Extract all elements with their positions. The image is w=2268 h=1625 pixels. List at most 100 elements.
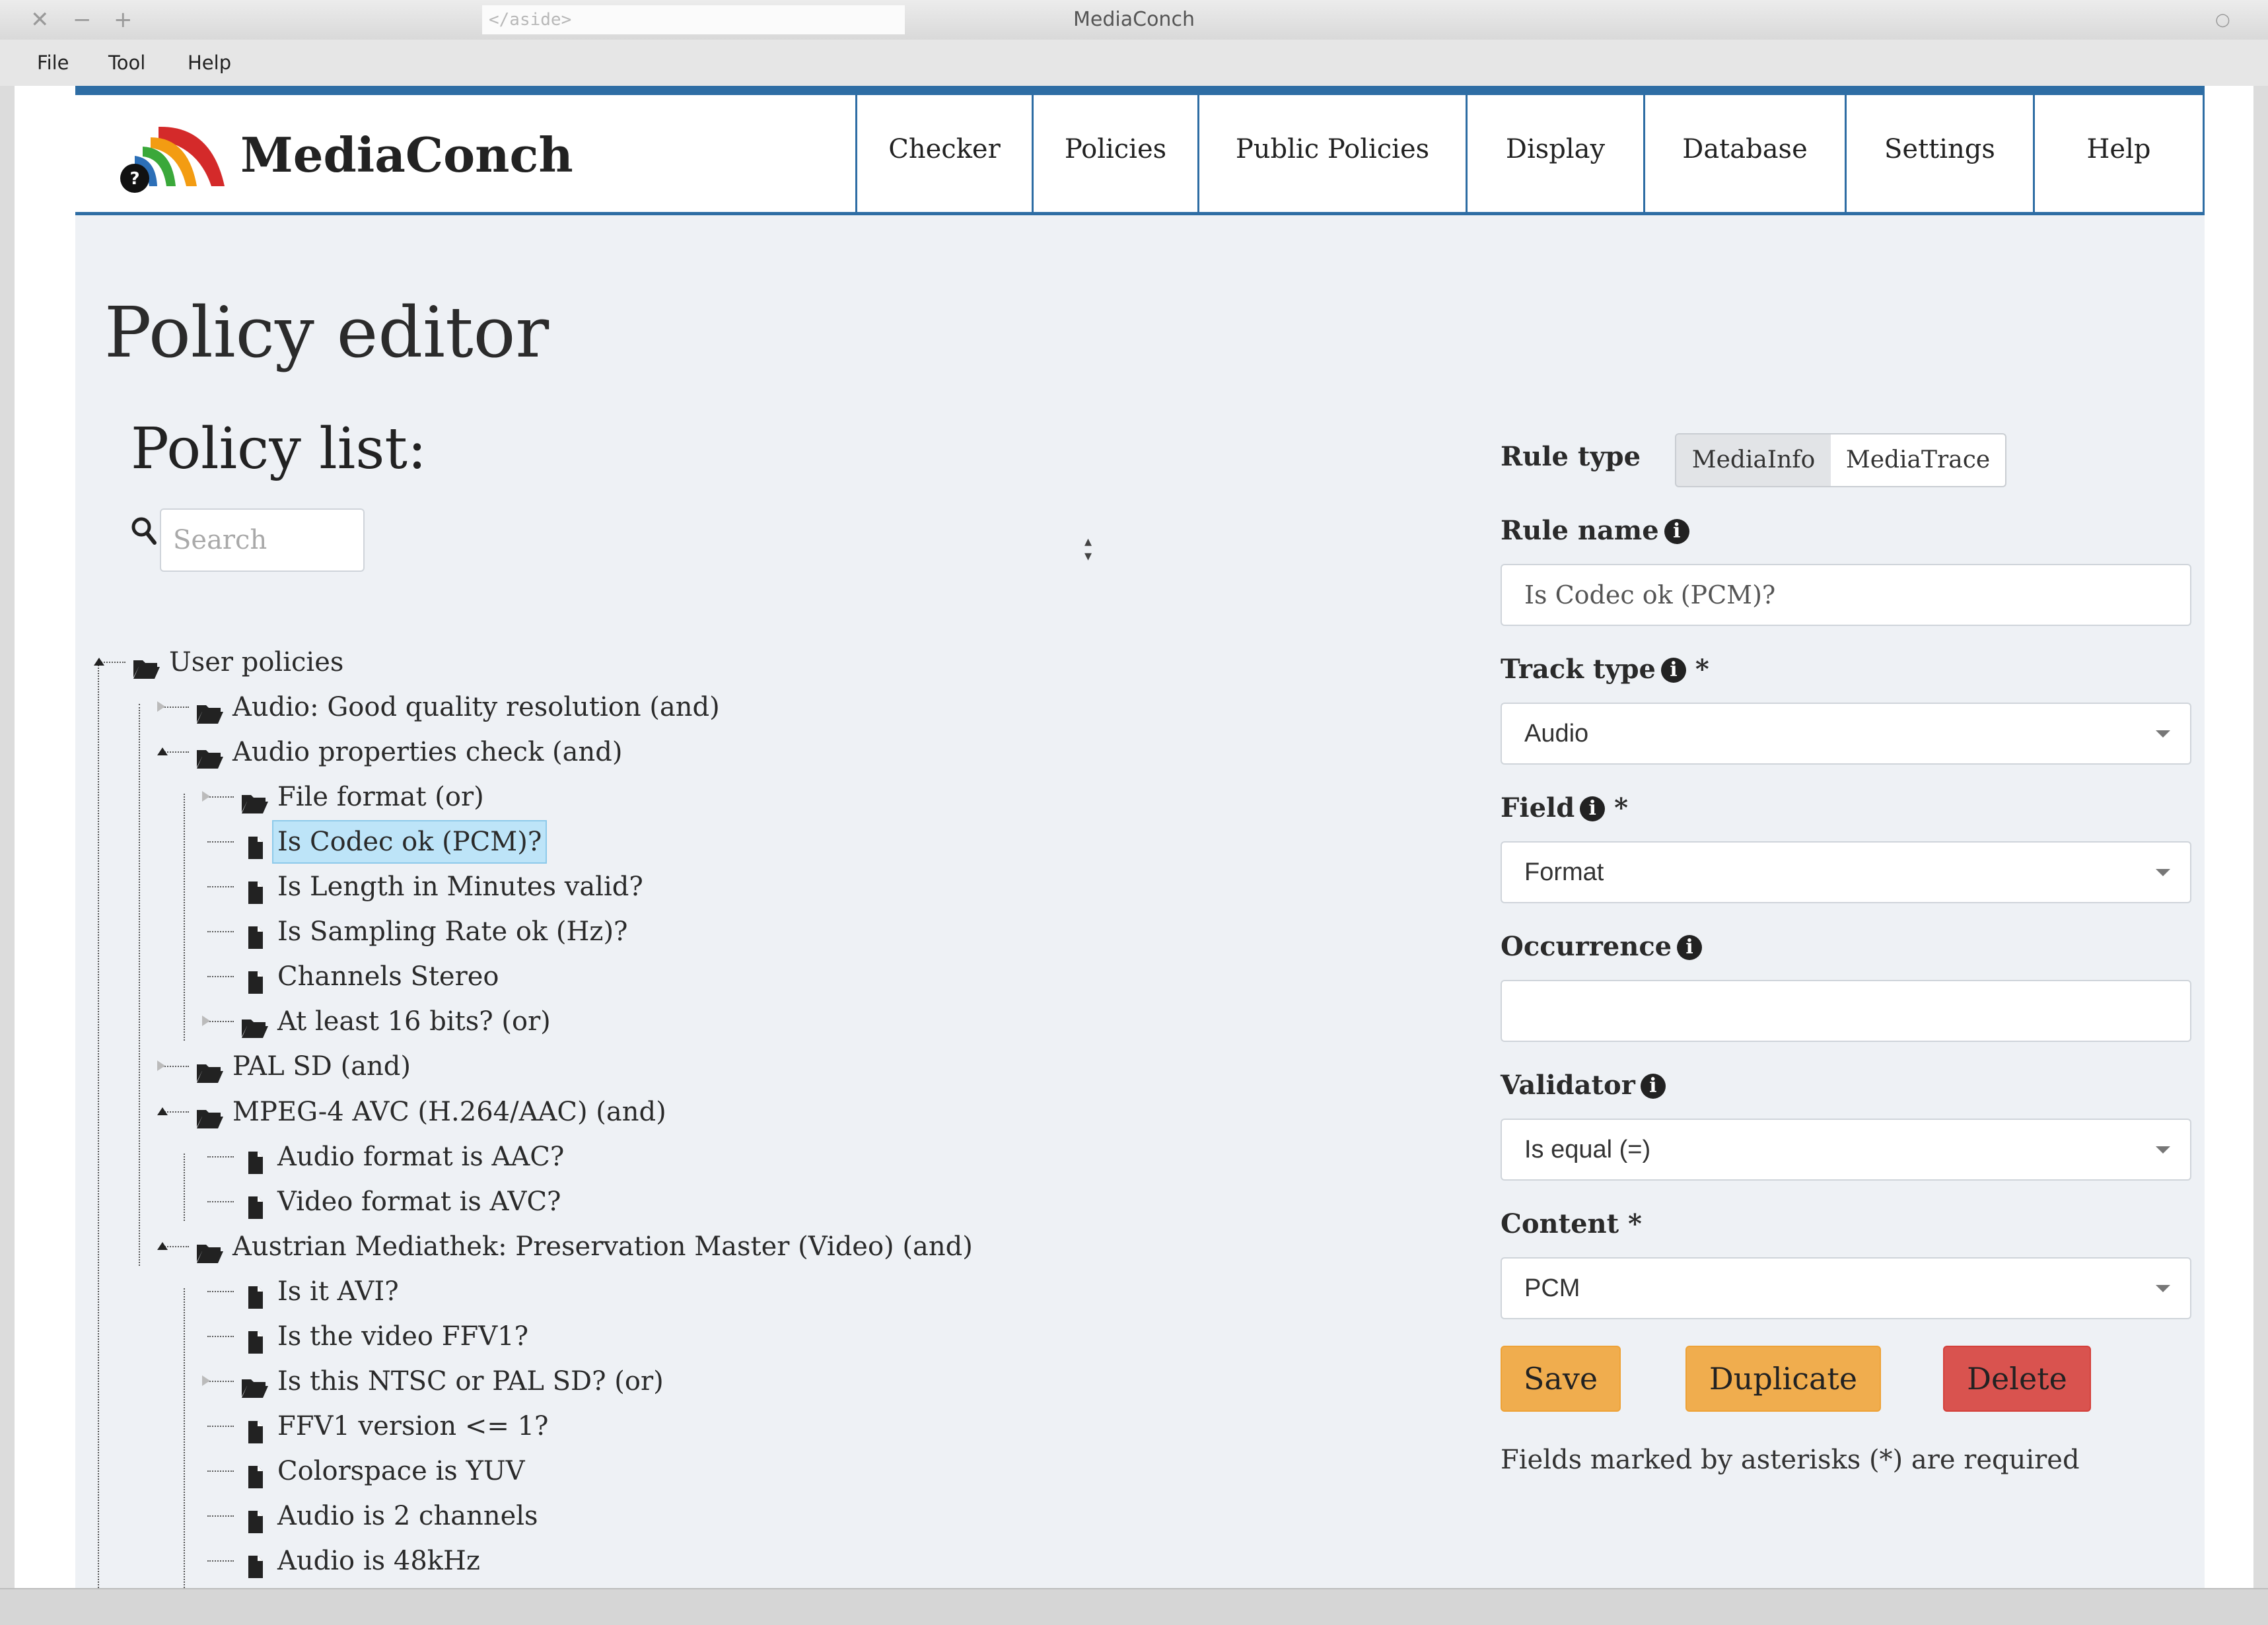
delete-button[interactable]: Delete	[1943, 1346, 2091, 1412]
validator-label-row: Validator i	[1501, 1070, 1666, 1101]
tree-node-label[interactable]: At least 16 bits? (or)	[273, 1001, 555, 1042]
file-icon	[240, 1146, 269, 1174]
tree-connector	[207, 976, 234, 978]
tree-node-label[interactable]: PAL SD (and)	[229, 1046, 415, 1087]
info-icon[interactable]: i	[1640, 1074, 1666, 1099]
info-icon[interactable]: i	[1677, 935, 1703, 960]
menu-file[interactable]: File	[37, 52, 69, 74]
validator-select[interactable]: Is equal (=)	[1501, 1119, 2191, 1181]
window-titlebar: ✕ − + </aside> MediaConch ○	[0, 0, 2268, 40]
nav-tab-policies[interactable]: Policies	[1032, 95, 1199, 212]
content-select[interactable]: PCM	[1501, 1257, 2191, 1319]
file-icon	[240, 1415, 269, 1443]
save-button[interactable]: Save	[1501, 1346, 1621, 1412]
window-title: MediaConch	[1073, 8, 1195, 31]
track-type-label: Track type	[1501, 654, 1656, 685]
tree-guide-line	[184, 794, 185, 1041]
tree-connector	[207, 1380, 234, 1382]
menu-tool[interactable]: Tool	[108, 52, 145, 74]
field-select[interactable]: Format	[1501, 841, 2191, 903]
rule-type-mediatrace-button[interactable]: MediaTrace	[1831, 433, 2006, 487]
track-type-select[interactable]: Audio	[1501, 703, 2191, 765]
rule-type-mediainfo-button[interactable]: MediaInfo	[1675, 433, 1832, 487]
tree-connector	[207, 1290, 234, 1292]
nav-tab-display[interactable]: Display	[1466, 95, 1645, 212]
file-icon	[240, 1325, 269, 1354]
chevron-down-icon	[2156, 730, 2170, 738]
tree-node-label[interactable]: Audio: Good quality resolution (and)	[229, 687, 724, 728]
field-value: Format	[1524, 858, 1604, 886]
tree-node-label[interactable]: Is it AVI?	[273, 1271, 403, 1312]
info-icon[interactable]: i	[1664, 519, 1689, 544]
brand-name[interactable]: MediaConch	[240, 127, 573, 183]
tree-node-label[interactable]: Austrian Mediathek: Preservation Master …	[229, 1226, 977, 1267]
nav-tab-checker[interactable]: Checker	[855, 95, 1034, 212]
tree-expand-icon[interactable]	[202, 1375, 210, 1386]
tree-connector	[162, 1066, 189, 1068]
file-icon	[240, 831, 269, 860]
tree-node-label[interactable]: Is the video FFV1?	[273, 1316, 532, 1357]
required-asterisk: *	[1628, 1208, 1642, 1239]
search-icon	[131, 516, 157, 548]
tree-node-label[interactable]: Is Length in Minutes valid?	[273, 866, 647, 907]
tree-connector	[207, 1470, 234, 1472]
tree-node-label[interactable]: Is this NTSC or PAL SD? (or)	[273, 1361, 668, 1402]
info-icon[interactable]: i	[1660, 658, 1686, 683]
menu-help[interactable]: Help	[188, 52, 231, 74]
nav-tab-help[interactable]: Help	[2033, 95, 2205, 212]
folder-open-icon	[132, 651, 161, 679]
tree-node-label[interactable]: Audio is 48kHz	[273, 1540, 484, 1581]
track-type-label-row: Track type i *	[1501, 654, 1709, 685]
menubar: File Tool Help	[0, 40, 2268, 86]
rule-name-input[interactable]: Is Codec ok (PCM)?	[1501, 564, 2191, 626]
tree-node-label[interactable]: Channels Stereo	[273, 956, 503, 997]
tree-connector	[207, 841, 234, 843]
tree-node-label[interactable]: FFV1 version <= 1?	[273, 1406, 552, 1447]
page-container: ? MediaConch Checker Policies Public Pol…	[75, 86, 2205, 1588]
tree-node-label[interactable]: Colorspace is YUV	[273, 1451, 529, 1492]
tree-expand-icon[interactable]	[157, 1060, 165, 1072]
info-icon[interactable]: i	[1580, 796, 1606, 821]
tree-node-label[interactable]: Is Sampling Rate ok (Hz)?	[273, 911, 632, 952]
tree-connector	[207, 1200, 234, 1202]
tree-connector	[207, 796, 234, 798]
occurrence-label-row: Occurrence i	[1501, 931, 1703, 962]
folder-open-icon	[195, 696, 225, 724]
content-label-row: Content *	[1501, 1208, 1642, 1239]
tree-expand-icon[interactable]	[202, 791, 210, 802]
tree-node-label[interactable]: Audio properties check (and)	[229, 732, 626, 773]
policy-list-title: Policy list:	[131, 416, 427, 482]
file-icon	[240, 965, 269, 994]
chevron-down-icon	[2156, 1146, 2170, 1154]
mediaconch-logo[interactable]: ?	[112, 120, 238, 195]
tree-node-label[interactable]: Video format is AVC?	[273, 1181, 565, 1222]
tree-collapse-icon[interactable]	[157, 1241, 168, 1250]
tree-node-label[interactable]: Audio is 2 channels	[273, 1496, 542, 1537]
web-viewport: ? MediaConch Checker Policies Public Pol…	[15, 86, 2253, 1588]
tree-connector	[207, 1515, 234, 1517]
tree-collapse-icon[interactable]	[157, 747, 168, 756]
tree-node-label[interactable]: MPEG-4 AVC (H.264/AAC) (and)	[229, 1091, 670, 1132]
tree-collapse-icon[interactable]	[157, 1107, 168, 1115]
content-value: PCM	[1524, 1274, 1580, 1302]
occurrence-input[interactable]	[1501, 980, 2191, 1042]
nav-tab-public-policies[interactable]: Public Policies	[1197, 95, 1468, 212]
tree-node-label[interactable]: Audio format is AAC?	[273, 1136, 568, 1177]
folder-open-icon	[240, 1010, 269, 1039]
window-menu-icon[interactable]: ○	[2215, 7, 2230, 33]
duplicate-button[interactable]: Duplicate	[1685, 1346, 1881, 1412]
resize-handle-icon[interactable]: ▴ ▾	[1084, 535, 1092, 564]
tree-node-label[interactable]: User policies	[165, 642, 347, 683]
nav-tab-database[interactable]: Database	[1643, 95, 1847, 212]
tree-expand-icon[interactable]	[202, 1016, 210, 1027]
tree-connector	[207, 1156, 234, 1158]
tree-guide-line	[184, 1153, 185, 1221]
tree-collapse-icon[interactable]	[94, 658, 104, 666]
nav-tab-settings[interactable]: Settings	[1845, 95, 2035, 212]
folder-open-icon	[195, 1055, 225, 1084]
tree-node-label[interactable]: File format (or)	[273, 777, 488, 817]
tree-node-label[interactable]: Is Codec ok (PCM)?	[271, 820, 548, 864]
tree-expand-icon[interactable]	[157, 701, 165, 712]
svg-text:?: ?	[129, 169, 139, 189]
policy-search-input[interactable]	[160, 508, 365, 572]
